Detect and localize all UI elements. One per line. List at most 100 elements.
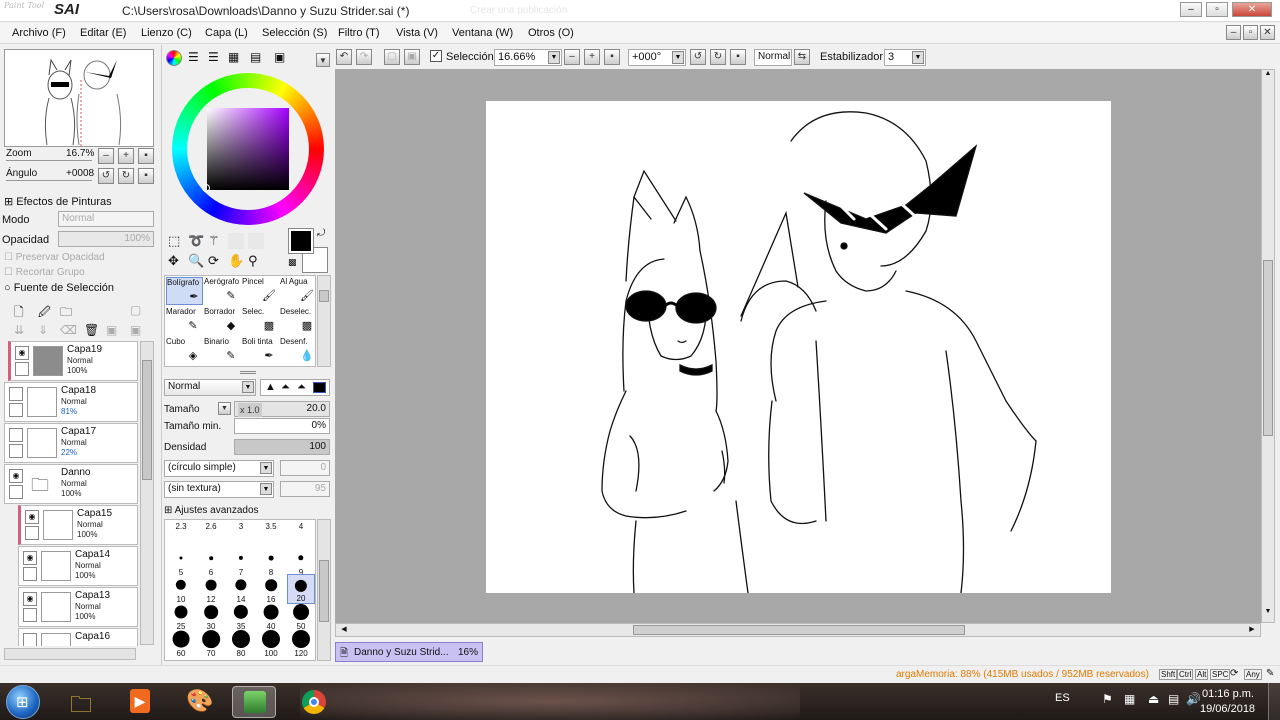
color-wheel[interactable] xyxy=(172,73,324,225)
tool-aerografo[interactable]: Aerógrafo ✎ xyxy=(204,277,241,305)
min-size-slider[interactable]: 0% xyxy=(234,418,330,434)
app-tray-icon[interactable]: ▦ xyxy=(1124,692,1135,706)
brush-size-2.6[interactable]: 2.6 xyxy=(197,520,225,550)
scroll-up-arrow-icon[interactable]: ▲ xyxy=(1263,70,1273,84)
eyedropper-icon[interactable]: ⚲ xyxy=(248,253,258,269)
density-slider[interactable]: 100 xyxy=(234,439,330,455)
taskbar-chrome[interactable] xyxy=(292,686,336,718)
taskbar-paint-tool-sai[interactable] xyxy=(232,686,276,718)
zoom-select[interactable]: 16.66% ▼ xyxy=(494,49,562,66)
move-icon[interactable]: ✥ xyxy=(168,253,179,269)
taskbar-media-player[interactable]: ▶ xyxy=(118,686,162,718)
brush-size-8[interactable]: 8 xyxy=(257,547,285,577)
minimize-button[interactable]: – xyxy=(1180,2,1202,17)
lasso-icon[interactable]: ➰ xyxy=(188,233,204,249)
doc-close-button[interactable]: ✕ xyxy=(1260,25,1275,40)
brush-size-2.3[interactable]: 2.3 xyxy=(167,520,195,550)
zoom-out-button[interactable]: – xyxy=(98,148,114,164)
brush-size-80[interactable]: 80 xyxy=(227,628,255,658)
layer-capa14[interactable]: ◉ Capa14 Normal 100% xyxy=(18,546,138,586)
navigator-preview[interactable] xyxy=(4,49,154,147)
menu-filtro[interactable]: Filtro (T) xyxy=(338,27,380,39)
device-icon[interactable]: ⏏ xyxy=(1148,692,1159,706)
brush-texture-select[interactable]: (sin textura) ▼ xyxy=(164,481,274,498)
clock-date[interactable]: 19/06/2018 xyxy=(1200,703,1255,715)
lock-checkbox[interactable] xyxy=(23,608,37,622)
flag-icon[interactable]: ⚑ xyxy=(1102,692,1113,706)
menu-ventana[interactable]: Ventana (W) xyxy=(452,27,513,39)
tool-boli-tinta[interactable]: Boli tinta ✒ xyxy=(242,337,279,365)
scroll-down-arrow-icon[interactable]: ▼ xyxy=(1263,608,1273,622)
tool-boligrafo[interactable]: Bolígrafo ✒ xyxy=(166,277,203,305)
view-mode-select[interactable]: Normal xyxy=(754,49,792,66)
magic-wand-icon[interactable]: ⚚ xyxy=(208,233,220,249)
brush-size-100[interactable]: 100 xyxy=(257,628,285,658)
canvas-paper[interactable] xyxy=(445,101,1111,594)
lock-checkbox[interactable] xyxy=(9,485,23,499)
brush-size-6[interactable]: 6 xyxy=(197,547,225,577)
brush-shape-presets[interactable]: ▲ ⏶ ⏶ xyxy=(260,379,330,396)
panel-collapse-button[interactable]: ▼ xyxy=(316,53,330,67)
advanced-settings-toggle[interactable]: ⊞ Ajustes avanzados xyxy=(164,505,259,516)
swap-colors-icon[interactable]: ⤾ xyxy=(317,228,325,239)
tool-borrador[interactable]: Borrador ◆ xyxy=(204,307,241,335)
toolbar-rotate-right-button[interactable]: ↻ xyxy=(710,49,726,65)
transparent-color-icon[interactable]: ▩ xyxy=(288,257,297,268)
rotate-right-button[interactable]: ↻ xyxy=(118,168,134,184)
layer-capa13[interactable]: ◉ Capa13 Normal 100% xyxy=(18,587,138,627)
zoom-reset-button[interactable]: ▪ xyxy=(138,148,154,164)
toolbar-zoom-reset-button[interactable]: ▪ xyxy=(604,49,620,65)
layer-capa18[interactable]: Capa18 Normal 81% xyxy=(4,382,138,422)
primary-color-swatch[interactable] xyxy=(288,228,314,254)
lock-checkbox[interactable] xyxy=(15,362,29,376)
new-linework-layer-icon[interactable]: 🖉 xyxy=(38,303,51,324)
tool-binario[interactable]: Binario ✎ xyxy=(204,337,241,365)
menu-otros[interactable]: Otros (O) xyxy=(528,27,574,39)
tool-deselec[interactable]: Deselec. ▩ xyxy=(280,307,317,335)
zoom-slider[interactable] xyxy=(6,160,92,161)
canvas-hscrollbar[interactable]: ◀ ▶ xyxy=(335,623,1261,637)
hsv-slider-tab-icon[interactable]: ☰ xyxy=(208,50,219,64)
new-layer-icon[interactable]: 🗋 xyxy=(14,303,24,324)
layer-folder-danno[interactable]: ◉ 🗀 Danno Normal 100% xyxy=(4,464,138,504)
brush-size-70[interactable]: 70 xyxy=(197,628,225,658)
tool-al-agua[interactable]: Al Agua 🖌 xyxy=(280,277,317,305)
start-button[interactable]: ⊞ xyxy=(6,685,40,719)
lock-checkbox[interactable] xyxy=(25,526,39,540)
brush-size-9[interactable]: 9 xyxy=(287,547,315,577)
tool-cubo[interactable]: Cubo ◈ xyxy=(166,337,203,365)
brush-size-60[interactable]: 60 xyxy=(167,628,195,658)
splitter-grip[interactable] xyxy=(240,371,256,374)
layer-capa19[interactable]: ◉ Capa19 Normal 100% xyxy=(8,341,138,381)
stabilizer-select[interactable]: 3 ▼ xyxy=(884,49,926,66)
layer-scrollbar-thumb[interactable] xyxy=(142,360,152,480)
eye-icon[interactable]: ◉ xyxy=(23,592,37,606)
new-folder-icon[interactable]: 🗀 xyxy=(60,303,72,324)
brush-size-25[interactable]: 25 xyxy=(167,601,195,631)
color-wheel-tab-icon[interactable] xyxy=(166,50,182,66)
layer-misc-icon[interactable]: ▢ xyxy=(130,303,141,317)
toolbar-zoom-out-button[interactable]: – xyxy=(564,49,580,65)
language-indicator[interactable]: ES xyxy=(1055,692,1070,704)
brush-size-120[interactable]: 120 xyxy=(287,628,315,658)
brush-size-12[interactable]: 12 xyxy=(197,574,225,604)
doc-minimize-button[interactable]: – xyxy=(1226,25,1241,40)
hand-icon[interactable]: ✋ xyxy=(228,253,244,269)
clock-time[interactable]: 01:16 p.m. xyxy=(1202,688,1254,700)
rotate-left-button[interactable]: ↺ xyxy=(98,168,114,184)
layer-opacity-slider[interactable]: 100% xyxy=(58,231,154,247)
brush-size-16[interactable]: 16 xyxy=(257,574,285,604)
undo-button[interactable]: ↶ xyxy=(336,49,352,65)
visibility-checkbox[interactable] xyxy=(23,633,37,646)
size-grid-scrollbar-thumb[interactable] xyxy=(319,560,329,622)
eye-icon[interactable]: ◉ xyxy=(23,551,37,565)
visibility-checkbox[interactable] xyxy=(9,428,23,442)
color-picker-handle[interactable] xyxy=(202,184,210,192)
apply-mask-icon[interactable]: ▣ xyxy=(106,323,117,337)
swatches-tab-icon[interactable]: ▦ xyxy=(228,50,239,64)
brush-size-30[interactable]: 30 xyxy=(197,601,225,631)
brush-size-5[interactable]: 5 xyxy=(167,547,195,577)
doc-restore-button[interactable]: ▫ xyxy=(1243,25,1258,40)
taskbar-paint[interactable]: 🎨 xyxy=(176,686,220,718)
scroll-left-arrow-icon[interactable]: ◀ xyxy=(338,625,350,635)
